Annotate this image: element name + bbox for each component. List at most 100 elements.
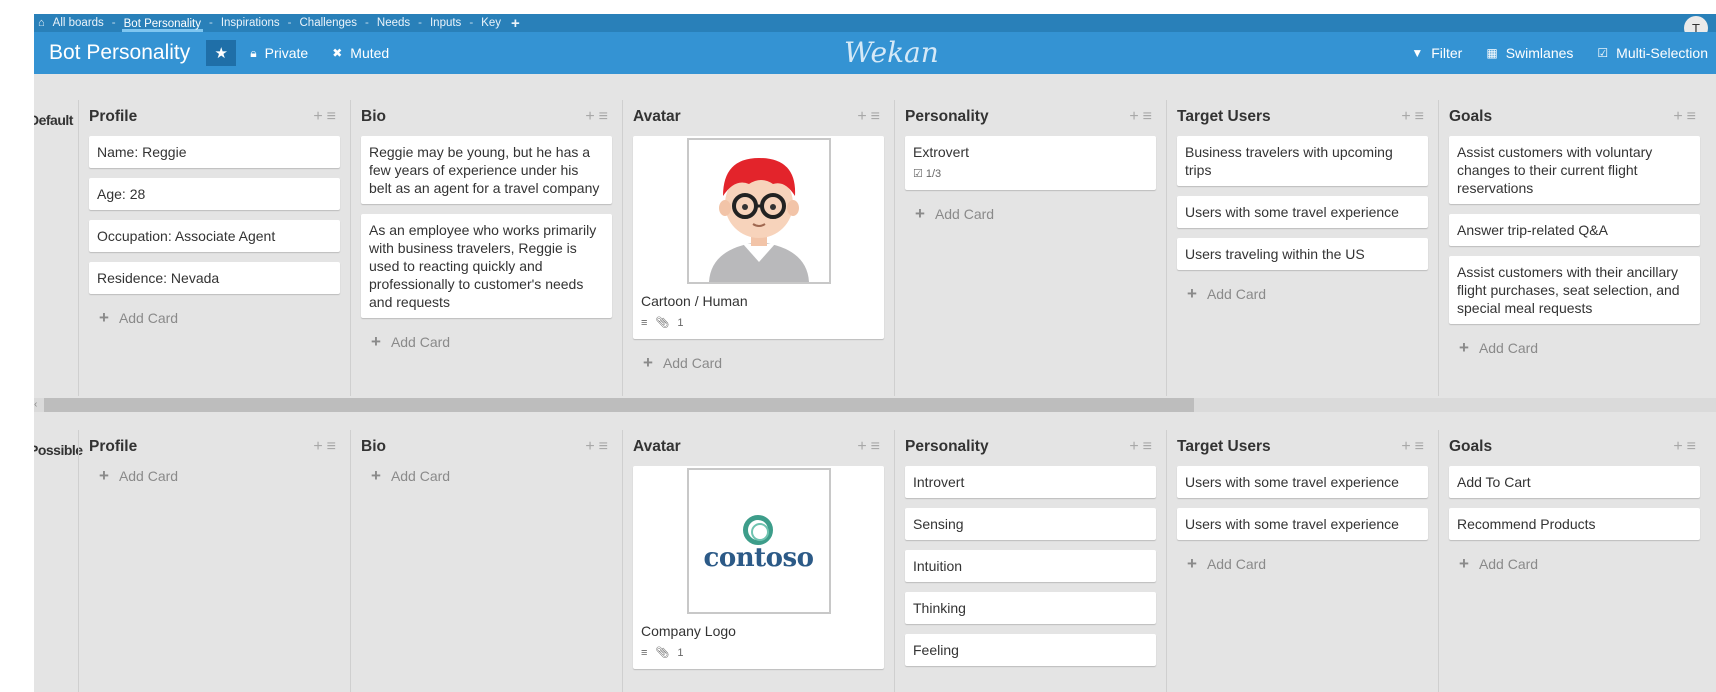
plus-icon[interactable]: + bbox=[313, 108, 326, 125]
card[interactable]: Add To Cart bbox=[1449, 466, 1700, 498]
card[interactable]: Users with some travel experience bbox=[1177, 196, 1428, 228]
plus-icon[interactable]: + bbox=[585, 108, 598, 125]
list-title[interactable]: Goals bbox=[1449, 108, 1492, 126]
hamburger-menu-icon[interactable]: ≡ bbox=[599, 438, 612, 455]
card[interactable]: Intuition bbox=[905, 550, 1156, 582]
card[interactable]: Users traveling within the US bbox=[1177, 238, 1428, 270]
card[interactable]: Reggie may be young, but he has a few ye… bbox=[361, 136, 612, 204]
nav-inputs[interactable]: Inputs bbox=[428, 17, 463, 29]
card[interactable]: Name: Reggie bbox=[89, 136, 340, 168]
hamburger-menu-icon[interactable]: ≡ bbox=[327, 438, 340, 455]
list-title[interactable]: Target Users bbox=[1177, 108, 1271, 126]
nav-separator: - bbox=[418, 17, 422, 29]
cartoon-person-icon bbox=[688, 140, 829, 282]
card[interactable]: contoso Company Logo ≡ 📎︎ 1 bbox=[633, 466, 884, 669]
add-card-button[interactable]: + Add Card bbox=[633, 349, 884, 377]
card[interactable]: Introvert bbox=[905, 466, 1156, 498]
list-tools: +≡ bbox=[1129, 108, 1156, 126]
multi-selection-button[interactable]: ☑ Multi-Selection bbox=[1597, 45, 1708, 61]
card[interactable]: Extrovert ☑ 1/3 bbox=[905, 136, 1156, 190]
nav-needs[interactable]: Needs bbox=[375, 17, 412, 29]
card[interactable]: Age: 28 bbox=[89, 178, 340, 210]
list-goals: Goals +≡ Add To Cart Recommend Products … bbox=[1438, 430, 1710, 692]
hamburger-menu-icon[interactable]: ≡ bbox=[1415, 108, 1428, 125]
card[interactable]: Recommend Products bbox=[1449, 508, 1700, 540]
nav-bot-personality[interactable]: Bot Personality bbox=[121, 14, 203, 32]
hamburger-menu-icon[interactable]: ≡ bbox=[1687, 108, 1700, 125]
hamburger-menu-icon[interactable]: ≡ bbox=[1143, 108, 1156, 125]
add-card-button[interactable]: + Add Card bbox=[1449, 550, 1700, 578]
scroll-left-icon[interactable]: ‹ bbox=[34, 398, 44, 412]
card[interactable]: Business travelers with upcoming trips bbox=[1177, 136, 1428, 186]
add-card-button[interactable]: + Add Card bbox=[1177, 280, 1428, 308]
card[interactable]: Feeling bbox=[905, 634, 1156, 666]
hamburger-menu-icon[interactable]: ≡ bbox=[1415, 438, 1428, 455]
nav-all-boards[interactable]: All boards bbox=[51, 17, 106, 29]
hamburger-menu-icon[interactable]: ≡ bbox=[871, 438, 884, 455]
list-personality: Personality +≡ Extrovert ☑ 1/3 + Add Card bbox=[894, 100, 1166, 396]
hamburger-menu-icon[interactable]: ≡ bbox=[1143, 438, 1156, 455]
card[interactable]: Residence: Nevada bbox=[89, 262, 340, 294]
list-title[interactable]: Profile bbox=[89, 108, 137, 126]
swimlane-title[interactable]: Possible bbox=[34, 442, 83, 458]
plus-icon[interactable]: + bbox=[1401, 108, 1414, 125]
card[interactable]: Assist customers with their ancillary fl… bbox=[1449, 256, 1700, 324]
nav-inspirations[interactable]: Inspirations bbox=[219, 17, 282, 29]
list-title[interactable]: Goals bbox=[1449, 438, 1492, 456]
plus-icon[interactable]: + bbox=[585, 438, 598, 455]
filter-button[interactable]: ▼ Filter bbox=[1411, 45, 1462, 61]
plus-icon[interactable]: + bbox=[1401, 438, 1414, 455]
hamburger-menu-icon[interactable]: ≡ bbox=[871, 108, 884, 125]
swimlanes-button[interactable]: ▦ Swimlanes bbox=[1486, 45, 1573, 61]
list-title[interactable]: Target Users bbox=[1177, 438, 1271, 456]
home-icon[interactable]: ⌂ bbox=[38, 17, 45, 29]
card[interactable]: Assist customers with voluntary changes … bbox=[1449, 136, 1700, 204]
add-card-button[interactable]: + Add Card bbox=[89, 304, 340, 332]
plus-icon[interactable]: + bbox=[1129, 438, 1142, 455]
hamburger-menu-icon[interactable]: ≡ bbox=[1687, 438, 1700, 455]
plus-icon[interactable]: + bbox=[1673, 438, 1686, 455]
list-header: Goals +≡ bbox=[1449, 430, 1700, 460]
list-title[interactable]: Personality bbox=[905, 438, 989, 456]
list-title[interactable]: Bio bbox=[361, 108, 386, 126]
list-title[interactable]: Bio bbox=[361, 438, 386, 456]
add-card-button[interactable]: + Add Card bbox=[905, 200, 1156, 228]
hamburger-menu-icon[interactable]: ≡ bbox=[599, 108, 612, 125]
card[interactable]: Answer trip-related Q&A bbox=[1449, 214, 1700, 246]
card[interactable]: Users with some travel experience bbox=[1177, 508, 1428, 540]
list-title[interactable]: Profile bbox=[89, 438, 137, 456]
scrollbar-thumb[interactable] bbox=[44, 398, 1194, 412]
muted-button[interactable]: ✖ Muted bbox=[332, 45, 389, 61]
plus-icon[interactable]: + bbox=[857, 108, 870, 125]
plus-icon[interactable]: + bbox=[511, 15, 520, 32]
add-card-button[interactable]: + Add Card bbox=[1177, 550, 1428, 578]
card[interactable]: Users with some travel experience bbox=[1177, 466, 1428, 498]
add-card-button[interactable]: + Add Card bbox=[361, 462, 612, 490]
swimlane-title[interactable]: Default bbox=[34, 112, 73, 128]
card[interactable]: As an employee who works primarily with … bbox=[361, 214, 612, 318]
list-title[interactable]: Avatar bbox=[633, 438, 681, 456]
add-card-button[interactable]: + Add Card bbox=[361, 328, 612, 356]
plus-icon[interactable]: + bbox=[1129, 108, 1142, 125]
horizontal-scrollbar[interactable]: ‹ bbox=[34, 398, 1716, 412]
hamburger-menu-icon[interactable]: ≡ bbox=[327, 108, 340, 125]
private-button[interactable]: 🔒︎ Private bbox=[250, 45, 308, 61]
list-title[interactable]: Avatar bbox=[633, 108, 681, 126]
list-title[interactable]: Personality bbox=[905, 108, 989, 126]
star-icon[interactable]: ★ bbox=[206, 40, 237, 66]
card[interactable]: Cartoon / Human ≡ 📎︎ 1 bbox=[633, 136, 884, 339]
card[interactable]: Thinking bbox=[905, 592, 1156, 624]
nav-separator: - bbox=[469, 17, 474, 29]
card[interactable]: Occupation: Associate Agent bbox=[89, 220, 340, 252]
list-header: Goals +≡ bbox=[1449, 100, 1700, 130]
plus-icon[interactable]: + bbox=[1673, 108, 1686, 125]
nav-key[interactable]: Key bbox=[479, 17, 503, 29]
add-card-button[interactable]: + Add Card bbox=[1449, 334, 1700, 362]
nav-challenges[interactable]: Challenges bbox=[298, 17, 360, 29]
plus-icon[interactable]: + bbox=[313, 438, 326, 455]
board-title[interactable]: Bot Personality bbox=[49, 41, 190, 65]
plus-icon[interactable]: + bbox=[857, 438, 870, 455]
card-badges: ≡ 📎︎ 1 bbox=[641, 644, 876, 662]
add-card-button[interactable]: + Add Card bbox=[89, 462, 340, 490]
card[interactable]: Sensing bbox=[905, 508, 1156, 540]
